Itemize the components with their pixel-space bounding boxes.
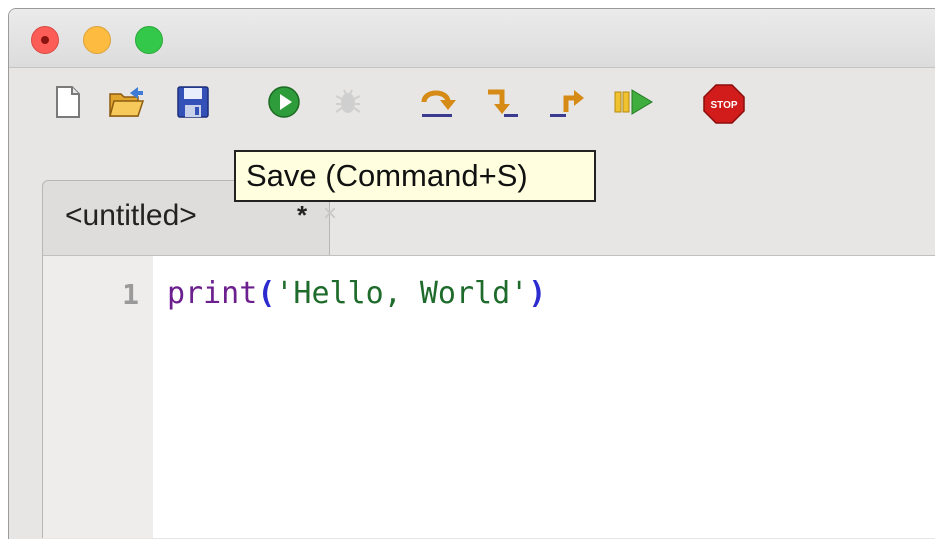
stop-sign-label: STOP — [710, 100, 737, 111]
step-into-button[interactable] — [484, 84, 518, 120]
stop-button[interactable]: STOP — [702, 84, 745, 124]
code-line[interactable]: print('Hello, World') — [167, 276, 546, 311]
bug-icon — [335, 89, 361, 113]
code-token-string: 'Hello, World' — [275, 276, 529, 311]
new-document-icon — [56, 86, 80, 118]
close-window-button[interactable] — [31, 26, 59, 54]
resume-button[interactable] — [612, 84, 653, 120]
save-tooltip: Save (Command+S) — [234, 150, 596, 202]
step-out-icon — [550, 90, 584, 117]
step-over-button[interactable] — [418, 84, 456, 120]
play-circle-icon — [268, 86, 300, 118]
line-number: 1 — [122, 278, 139, 311]
step-into-icon — [488, 89, 518, 117]
zoom-window-button[interactable] — [135, 26, 163, 54]
step-over-icon — [421, 90, 456, 117]
new-file-button[interactable] — [52, 84, 84, 120]
code-token-function: print — [167, 276, 258, 311]
minimize-window-button[interactable] — [83, 26, 111, 54]
open-file-button[interactable] — [108, 84, 144, 120]
tab-label: <untitled> — [65, 199, 197, 232]
stop-sign-icon: STOP — [703, 84, 745, 124]
open-folder-icon — [109, 87, 144, 117]
code-editor[interactable]: 1 print('Hello, World') — [42, 255, 935, 538]
tab-modified-marker: * — [297, 200, 308, 230]
floppy-disk-icon — [177, 86, 209, 118]
code-token-paren-open: ( — [257, 276, 276, 311]
code-token-paren-close: ) — [528, 276, 547, 311]
run-button[interactable] — [266, 84, 300, 120]
tab-close-icon[interactable]: × — [323, 200, 337, 228]
line-number-gutter: 1 — [43, 256, 153, 538]
save-file-button[interactable] — [176, 84, 209, 120]
title-bar — [9, 9, 935, 68]
step-out-button[interactable] — [548, 84, 584, 120]
resume-icon — [614, 89, 653, 115]
debug-button[interactable] — [330, 84, 362, 120]
